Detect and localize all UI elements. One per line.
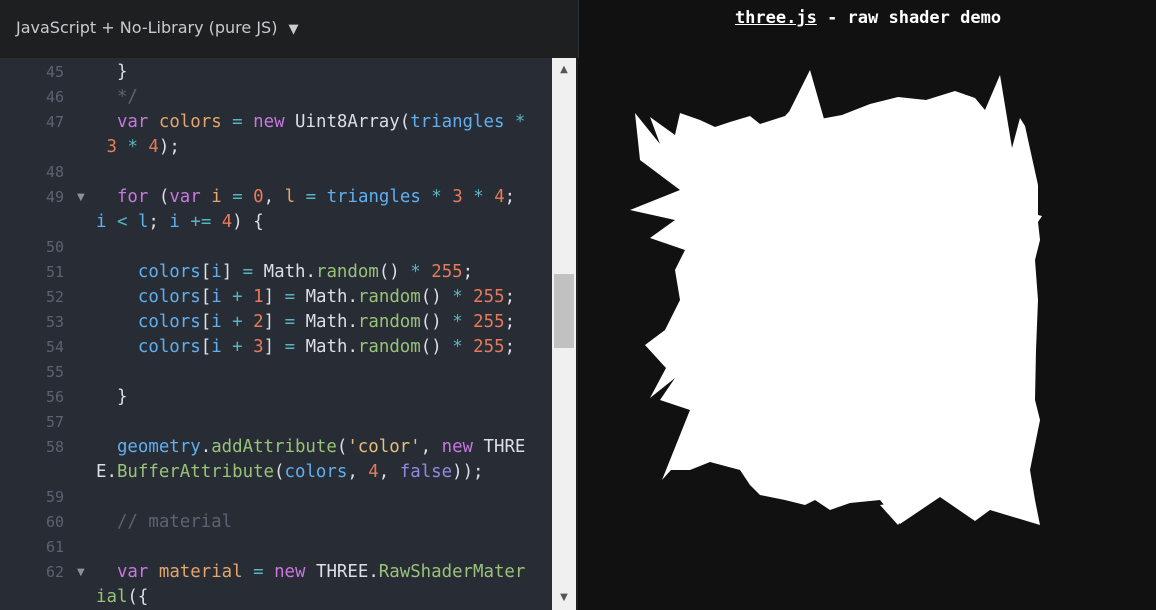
random-triangles-shape (630, 75, 1042, 525)
code-editor-panel: JavaScript + No-Library (pure JS) ▼ 45 4… (0, 0, 579, 610)
code-line: for (var i = 0, l = triangles * 3 * 4; (96, 187, 516, 207)
code-line: colors[i + 3] = Math.random() * 255; (137, 337, 516, 357)
language-selector-bar[interactable]: JavaScript + No-Library (pure JS) ▼ (0, 0, 579, 58)
code-line: ial({ (96, 587, 149, 607)
preview-panel: three.js - raw shader demo (580, 0, 1156, 610)
shader-render-canvas[interactable] (580, 0, 1156, 610)
line-number: 58 (45, 438, 64, 456)
code-line: // material (96, 512, 233, 532)
code-area[interactable]: 45 46 47 48 49 50 51 52 53 54 55 56 57 5… (0, 58, 552, 610)
language-selector-label: JavaScript + No-Library (pure JS) (16, 18, 278, 37)
line-number: 46 (45, 88, 64, 106)
code-line: colors[i + 2] = Math.random() * 255; (137, 312, 516, 332)
code-line: colors[i] = Math.random() * 255; (137, 262, 474, 282)
line-number: 53 (45, 313, 64, 331)
code-line: i < l; i += 4) { (96, 212, 264, 232)
fold-arrow-icon[interactable]: ▼ (77, 560, 85, 585)
code-line: var material = new THREE.RawShaderMater (96, 562, 526, 582)
line-number: 54 (45, 338, 64, 356)
line-number: 55 (45, 363, 64, 381)
line-number: 56 (45, 388, 64, 406)
code-line: } (96, 387, 128, 407)
line-number: 59 (45, 488, 64, 506)
scroll-down-arrow-icon[interactable]: ▼ (552, 586, 576, 610)
line-number: 62 (45, 563, 64, 581)
spike-shape (780, 70, 830, 140)
code-line: */ (96, 87, 138, 107)
code-line: 3 * 4); (106, 137, 180, 157)
line-number: 57 (45, 413, 64, 431)
fold-arrow-icon[interactable]: ▼ (77, 185, 85, 210)
scrollbar-thumb[interactable] (554, 274, 574, 348)
caret-down-icon[interactable]: ▼ (289, 22, 299, 37)
language-selector[interactable]: JavaScript + No-Library (pure JS) ▼ (16, 18, 299, 37)
editor-scrollbar[interactable]: ▲ ▼ (552, 58, 576, 610)
line-number: 45 (45, 63, 64, 81)
line-number: 48 (45, 163, 64, 181)
line-number: 51 (45, 263, 64, 281)
line-number: 60 (45, 513, 64, 531)
line-number: 47 (45, 113, 64, 131)
line-number: 52 (45, 288, 64, 306)
line-number: 49 (45, 188, 64, 206)
code-line: colors[i + 1] = Math.random() * 255; (137, 287, 516, 307)
code-line: var colors = new Uint8Array(triangles * (96, 112, 526, 132)
line-number: 50 (45, 238, 64, 256)
code-line: geometry.addAttribute('color', new THRE (116, 437, 526, 457)
line-number: 61 (45, 538, 64, 556)
code-line: } (96, 62, 128, 82)
scroll-up-arrow-icon[interactable]: ▲ (552, 58, 576, 82)
code-line: E.BufferAttribute(colors, 4, false)); (96, 462, 484, 482)
